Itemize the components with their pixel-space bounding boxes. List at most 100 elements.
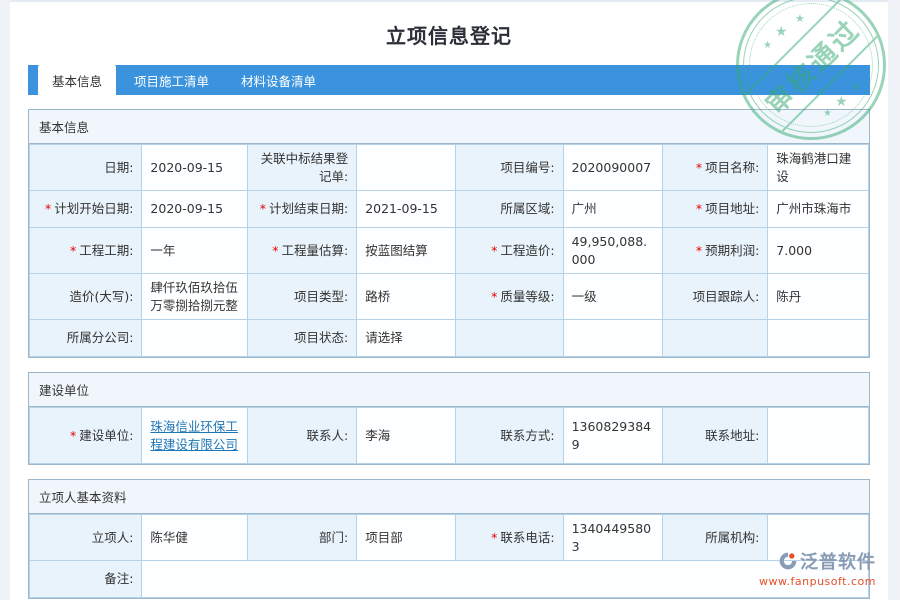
vendor-url[interactable]: www.fanpusoft.com (759, 575, 876, 588)
vendor-logo-icon (778, 551, 798, 571)
field-value-project-type: 路桥 (357, 274, 456, 320)
page-title: 立项信息登记 (10, 2, 888, 49)
field-label-text: 项目类型: (294, 289, 348, 304)
field-value-contact-method: 13608293849 (563, 408, 662, 464)
field-label-project-name: *项目名称: (662, 145, 768, 191)
field-value-quality-grade: 一级 (563, 274, 662, 320)
field-value-cost-in-words: 肆仟玖佰玖拾伍万零捌拾捌元整 (142, 274, 248, 320)
field-label-contact-address: 联系地址: (662, 408, 768, 464)
field-value-date: 2020-09-15 (142, 145, 248, 191)
required-mark: * (491, 289, 497, 304)
field-label-cost-in-words: 造价(大写): (30, 274, 142, 320)
required-mark: * (696, 160, 702, 175)
field-label-text: 工程造价: (500, 243, 554, 258)
section-initiator-info-title: 立项人基本资料 (29, 480, 869, 514)
field-label-text: 项目名称: (705, 160, 759, 175)
field-value-region: 广州 (563, 191, 662, 228)
field-label-project-no: 项目编号: (456, 145, 563, 191)
construction-unit-link[interactable]: 珠海信业环保工程建设有限公司 (150, 419, 238, 452)
content-panel: 立项信息登记 基本信息 项目施工清单 材料设备清单 基本信息 日期: 2020-… (10, 0, 888, 600)
field-value-department: 项目部 (357, 515, 456, 561)
required-mark: * (696, 243, 702, 258)
field-label-text: 联系人: (306, 428, 348, 443)
field-label-text: 项目编号: (500, 160, 554, 175)
empty-label-cell (456, 320, 563, 357)
field-value-quantity-estimate: 按蓝图结算 (357, 228, 456, 274)
field-label-text: 计划开始日期: (54, 201, 133, 216)
field-label-region: 所属区域: (456, 191, 563, 228)
field-label-text: 联系方式: (500, 428, 554, 443)
field-label-project-cost: *工程造价: (456, 228, 563, 274)
field-label-organization: 所属机构: (662, 515, 768, 561)
field-label-project-type: 项目类型: (248, 274, 357, 320)
field-label-text: 所属区域: (500, 201, 554, 216)
required-mark: * (272, 243, 278, 258)
field-label-quality-grade: *质量等级: (456, 274, 563, 320)
construction-unit-table: *建设单位: 珠海信业环保工程建设有限公司 联系人: 李海 联系方式: 1360… (29, 407, 869, 464)
table-row: 立项人: 陈华健 部门: 项目部 *联系电话: 13404495803 所属机构… (30, 515, 869, 561)
tab-basic-info[interactable]: 基本信息 (38, 65, 116, 95)
required-mark: * (260, 201, 266, 216)
empty-value-cell (563, 320, 662, 357)
tab-construction-list[interactable]: 项目施工清单 (120, 65, 223, 95)
table-row: 日期: 2020-09-15 关联中标结果登记单: 项目编号: 20200900… (30, 145, 869, 191)
section-basic-info-title: 基本信息 (29, 110, 869, 144)
field-label-quantity-estimate: *工程量估算: (248, 228, 357, 274)
tab-material-equipment-list[interactable]: 材料设备清单 (227, 65, 330, 95)
field-label-text: 项目状态: (294, 330, 348, 345)
table-row: 所属分公司: 项目状态: 请选择 (30, 320, 869, 357)
field-label-text: 项目跟踪人: (693, 289, 760, 304)
required-mark: * (491, 530, 497, 545)
vendor-watermark: 泛普软件 www.fanpusoft.com (759, 548, 876, 588)
field-value-construction-unit: 珠海信业环保工程建设有限公司 (142, 408, 248, 464)
field-label-text: 计划结束日期: (269, 201, 348, 216)
field-value-contact-person: 李海 (357, 408, 456, 464)
field-label-duration: *工程工期: (30, 228, 142, 274)
field-value-expected-profit: 7.000 (768, 228, 869, 274)
field-label-plan-end: *计划结束日期: (248, 191, 357, 228)
field-label-text: 项目地址: (705, 201, 759, 216)
field-value-project-no: 2020090007 (563, 145, 662, 191)
field-value-project-status-select[interactable]: 请选择 (357, 320, 456, 357)
field-label-text: 备注: (104, 571, 133, 586)
required-mark: * (45, 201, 51, 216)
field-value-project-address: 广州市珠海市 (768, 191, 869, 228)
field-value-initiator: 陈华健 (142, 515, 248, 561)
field-label-phone: *联系电话: (456, 515, 563, 561)
required-mark: * (70, 428, 76, 443)
field-value-phone: 13404495803 (563, 515, 662, 561)
table-row: *工程工期: 一年 *工程量估算: 按蓝图结算 *工程造价: 49,950,08… (30, 228, 869, 274)
field-label-text: 部门: (319, 530, 348, 545)
initiator-info-table: 立项人: 陈华健 部门: 项目部 *联系电话: 13404495803 所属机构… (29, 514, 869, 598)
field-value-duration: 一年 (142, 228, 248, 274)
field-value-plan-end: 2021-09-15 (357, 191, 456, 228)
required-mark: * (70, 243, 76, 258)
field-label-expected-profit: *预期利润: (662, 228, 768, 274)
tab-bar: 基本信息 项目施工清单 材料设备清单 (28, 65, 870, 95)
field-label-text: 所属机构: (705, 530, 759, 545)
field-label-plan-start: *计划开始日期: (30, 191, 142, 228)
field-label-text: 工程工期: (79, 243, 133, 258)
field-label-bid-result: 关联中标结果登记单: (248, 145, 357, 191)
star-icon: ★ (835, 95, 848, 109)
field-label-project-tracker: 项目跟踪人: (662, 274, 768, 320)
required-mark: * (696, 201, 702, 216)
field-label-remark: 备注: (30, 561, 142, 598)
field-label-date: 日期: (30, 145, 142, 191)
field-label-text: 建设单位: (79, 428, 133, 443)
field-label-text: 日期: (104, 160, 133, 175)
table-row: *建设单位: 珠海信业环保工程建设有限公司 联系人: 李海 联系方式: 1360… (30, 408, 869, 464)
vendor-name: 泛普软件 (800, 548, 876, 574)
field-label-project-status: 项目状态: (248, 320, 357, 357)
field-value-project-cost: 49,950,088.000 (563, 228, 662, 274)
field-value-project-name: 珠海鹤港口建设 (768, 145, 869, 191)
empty-value-cell (768, 320, 869, 357)
table-row: *计划开始日期: 2020-09-15 *计划结束日期: 2021-09-15 … (30, 191, 869, 228)
field-value-plan-start: 2020-09-15 (142, 191, 248, 228)
field-label-text: 联系电话: (500, 530, 554, 545)
table-row: 造价(大写): 肆仟玖佰玖拾伍万零捌拾捌元整 项目类型: 路桥 *质量等级: 一… (30, 274, 869, 320)
field-label-text: 质量等级: (500, 289, 554, 304)
field-label-construction-unit: *建设单位: (30, 408, 142, 464)
required-mark: * (491, 243, 497, 258)
field-label-department: 部门: (248, 515, 357, 561)
